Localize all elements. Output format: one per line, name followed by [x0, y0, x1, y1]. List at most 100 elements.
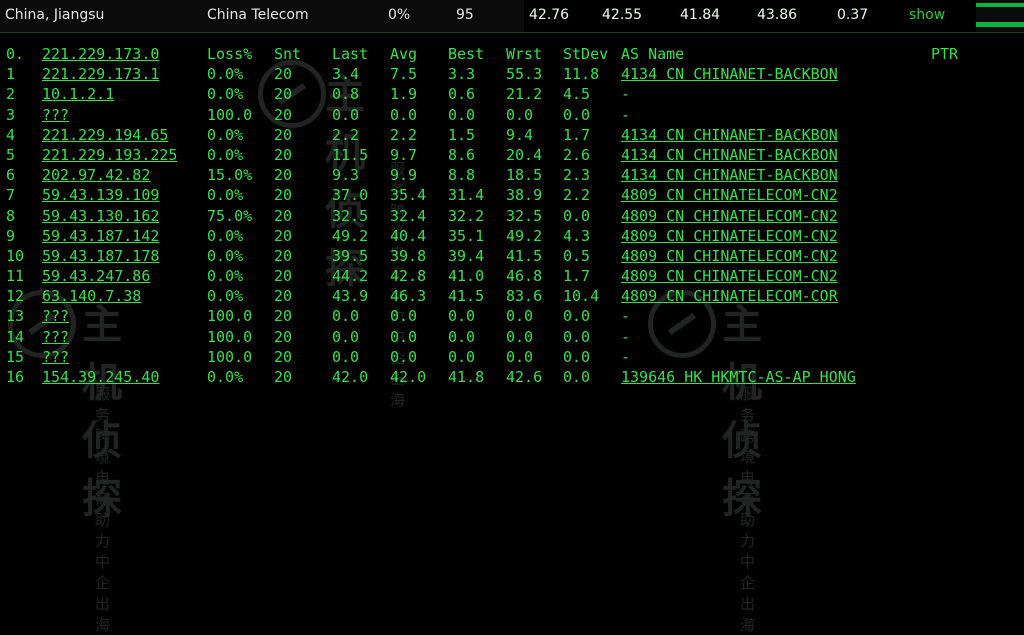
- hop-avg: 0.0: [390, 105, 418, 124]
- hop-as[interactable]: 4809 CN CHINATELECOM-CN2: [621, 246, 838, 266]
- hop-host[interactable]: 221.229.194.65: [42, 125, 168, 145]
- hop-best: 32.2: [448, 206, 485, 225]
- location-label: China, Jiangsu: [5, 7, 105, 23]
- legend-bar-bottom: [976, 22, 1024, 27]
- hop-last: 0.0: [332, 307, 360, 326]
- table-row: 9 59.43.187.142 0.0% 20 49.2 40.4 35.1 49.2 4.3 4…: [0, 226, 1024, 246]
- hop-avg: 32.4: [390, 206, 427, 225]
- header-loss: Loss%: [207, 45, 253, 63]
- table-row: 13??? 100.0 20 0.0 0.0 0.0 0.0 0.0 -: [0, 306, 1024, 326]
- hop-last: 0.0: [332, 105, 360, 124]
- hop-idx: 3: [6, 105, 16, 124]
- hop-wrst: 0.0: [506, 347, 534, 366]
- hop-loss: 0.0%: [207, 186, 244, 205]
- hop-host[interactable]: 63.140.7.38: [42, 286, 141, 306]
- table-row: 15??? 100.0 20 0.0 0.0 0.0 0.0 0.0 -: [0, 347, 1024, 367]
- hop-as[interactable]: 139646 HK HKMTC-AS-AP HONG: [621, 367, 856, 387]
- hop-as[interactable]: 4809 CN CHINATELECOM-CN2: [621, 266, 838, 286]
- hop-snt: 20: [274, 145, 293, 164]
- hop-best: 8.6: [448, 145, 476, 164]
- hop-host[interactable]: 202.97.42.82: [42, 165, 150, 185]
- hop-stdev: 0.0: [563, 347, 591, 366]
- hop-idx: 5: [6, 145, 16, 164]
- header-stdev: StDev: [563, 45, 609, 63]
- hop-best: 0.0: [448, 347, 476, 366]
- hop-best: 35.1: [448, 226, 485, 245]
- hop-wrst: 46.8: [506, 267, 543, 286]
- hop-as[interactable]: 4134 CN CHINANET-BACKBON: [621, 165, 838, 185]
- hop-avg: 7.5: [390, 65, 418, 84]
- hop-loss: 0.0%: [207, 65, 244, 84]
- hop-avg: 0.0: [390, 327, 418, 346]
- hop-idx: 15: [6, 347, 25, 366]
- hop-best: 41.5: [448, 287, 485, 306]
- hop-host[interactable]: 10.1.2.1: [42, 84, 114, 104]
- hop-host[interactable]: 154.39.245.40: [42, 367, 159, 387]
- watermark-subtext: 服务跨境电商 助力中企出海: [95, 385, 112, 634]
- hop-snt: 20: [274, 307, 293, 326]
- hop-as[interactable]: 4809 CN CHINATELECOM-CN2: [621, 226, 838, 246]
- hop-last: 0.8: [332, 85, 360, 104]
- hop-snt: 20: [274, 65, 293, 84]
- hop-avg: 46.3: [390, 287, 427, 306]
- hop-loss: 0.0%: [207, 267, 244, 286]
- hop-last: 9.3: [332, 166, 360, 185]
- header-target-host[interactable]: 221.229.173.0: [42, 44, 159, 64]
- hop-as[interactable]: 4134 CN CHINANET-BACKBON: [621, 64, 838, 84]
- hop-as[interactable]: 4809 CN CHINATELECOM-COR: [621, 286, 838, 306]
- hop-loss: 0.0%: [207, 246, 244, 265]
- hop-wrst: 42.6: [506, 368, 543, 386]
- hop-last: 37.0: [332, 186, 369, 205]
- hop-snt: 20: [274, 125, 293, 144]
- hop-loss: 15.0%: [207, 166, 253, 185]
- show-link[interactable]: show: [909, 7, 945, 23]
- hop-host: ???: [42, 347, 70, 366]
- hop-best: 31.4: [448, 186, 485, 205]
- hop-host[interactable]: 59.43.139.109: [42, 185, 159, 205]
- hop-best: 41.8: [448, 368, 485, 386]
- hop-stdev: 0.5: [563, 246, 591, 265]
- hop-last: 42.0: [332, 368, 369, 386]
- hop-best: 3.3: [448, 65, 476, 84]
- hop-snt: 20: [274, 186, 293, 205]
- hop-host[interactable]: 59.43.130.162: [42, 206, 159, 226]
- hop-as[interactable]: 4134 CN CHINANET-BACKBON: [621, 145, 838, 165]
- hop-last: 3.4: [332, 65, 360, 84]
- hop-host[interactable]: 59.43.187.142: [42, 226, 159, 246]
- hop-best: 41.0: [448, 267, 485, 286]
- table-row: 5 221.229.193.225 0.0% 20 11.5 9.7 8.6 20.4 2.6 4…: [0, 145, 1024, 165]
- hop-best: 0.6: [448, 85, 476, 104]
- hop-as[interactable]: 4809 CN CHINATELECOM-CN2: [621, 206, 838, 226]
- isp-label: China Telecom: [207, 7, 309, 23]
- hop-wrst: 83.6: [506, 287, 543, 306]
- loss-summary: 0%: [388, 7, 411, 23]
- hop-loss: 100.0: [207, 307, 253, 326]
- hop-last: 39.5: [332, 246, 369, 265]
- header-as-name: AS Name: [621, 45, 685, 63]
- header-ptr: PTR: [931, 45, 959, 63]
- header-wrst: Wrst: [506, 45, 543, 63]
- table-row: 14??? 100.0 20 0.0 0.0 0.0 0.0 0.0 -: [0, 327, 1024, 347]
- hop-host[interactable]: 59.43.187.178: [42, 246, 159, 266]
- hop-host[interactable]: 221.229.193.225: [42, 145, 177, 165]
- hop-snt: 20: [274, 368, 293, 386]
- legend-bar-top: [976, 3, 1024, 7]
- hop-stdev: 4.3: [563, 226, 591, 245]
- hop-host[interactable]: 221.229.173.1: [42, 64, 159, 84]
- latency-value-3: 41.84: [680, 7, 721, 23]
- hop-host[interactable]: 59.43.247.86: [42, 266, 150, 286]
- hop-avg: 2.2: [390, 125, 418, 144]
- hop-as[interactable]: 4809 CN CHINATELECOM-CN2: [621, 185, 838, 205]
- hop-wrst: 9.4: [506, 125, 534, 144]
- table-row: 6 202.97.42.82 15.0% 20 9.3 9.9 8.8 18.5 2.3 4134…: [0, 165, 1024, 185]
- hop-snt: 20: [274, 166, 293, 185]
- hop-avg: 9.7: [390, 145, 418, 164]
- hop-as: -: [621, 347, 631, 366]
- hop-last: 0.0: [332, 347, 360, 366]
- hop-stdev: 0.0: [563, 368, 591, 386]
- table-row: 11 59.43.247.86 0.0% 20 44.2 42.8 41.0 46.8 1.7 4…: [0, 266, 1024, 286]
- hop-last: 11.5: [332, 145, 369, 164]
- hop-as[interactable]: 4134 CN CHINANET-BACKBON: [621, 125, 838, 145]
- hop-snt: 20: [274, 327, 293, 346]
- hop-best: 1.5: [448, 125, 476, 144]
